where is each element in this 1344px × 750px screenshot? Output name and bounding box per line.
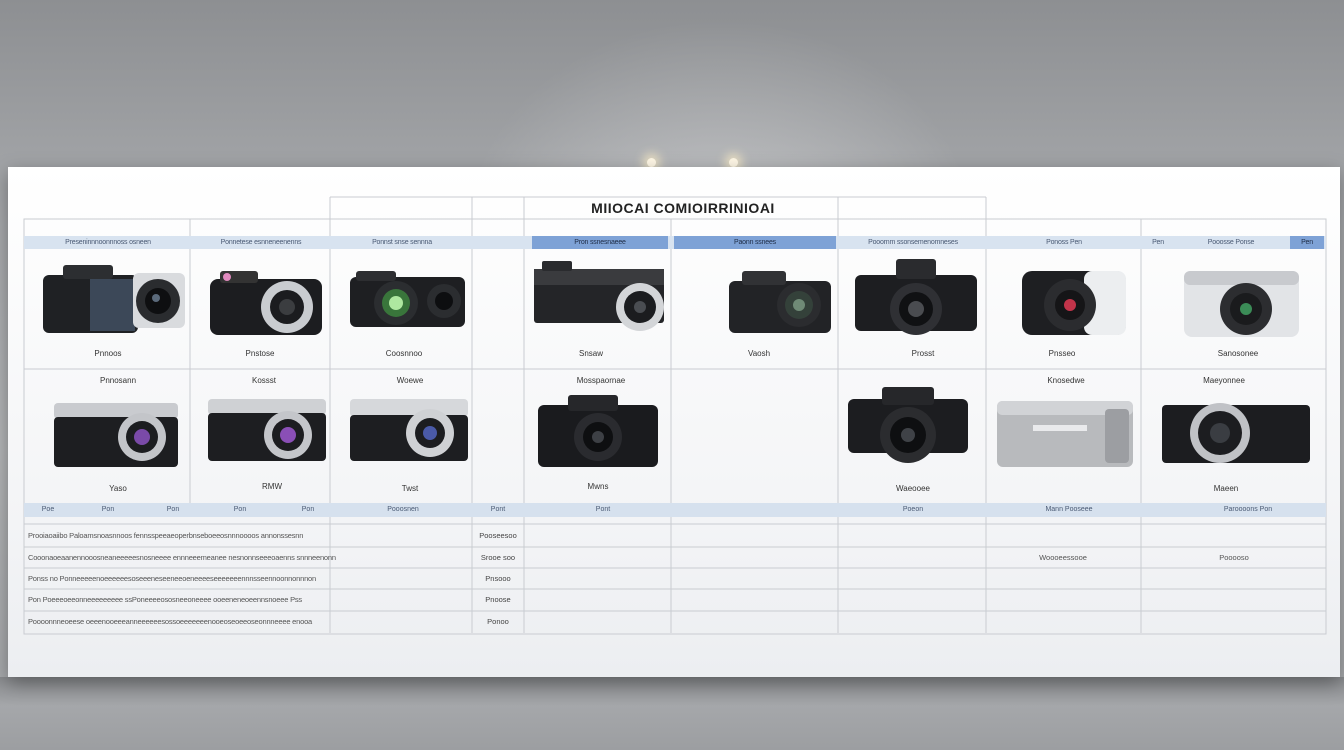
camera-top-label: Knosedwe <box>1047 376 1085 385</box>
comparison-board: MIIOCAI COMIOIRRINIOAI Preseninnnoonnnos… <box>8 167 1340 677</box>
spec-row-value: Pnsooo <box>485 574 511 583</box>
camera-image <box>54 403 178 467</box>
camera-image <box>350 271 465 327</box>
camera-top-label: Pnnosann <box>99 376 137 385</box>
camera-image <box>538 395 658 467</box>
camera-label: RMW <box>262 482 282 491</box>
camera-label: Pnsseo <box>1048 349 1076 358</box>
spec-extra-value: Woooeessooe <box>1039 553 1087 562</box>
camera-top-label: Maeyonnee <box>1203 376 1245 385</box>
camera-image <box>1184 271 1299 337</box>
spec-row-text: Poooonnneoeese oeeenooeeeanneeeeeesossoe… <box>28 617 313 626</box>
camera-image <box>855 259 977 335</box>
header-cell-6: Pooornm ssonsemenomneses <box>868 239 958 246</box>
camera-top-label: Woewe <box>396 376 424 385</box>
header-cell-10: Pen <box>1290 236 1324 249</box>
camera-image <box>729 271 831 333</box>
spec-header-cell: Pon <box>301 506 315 513</box>
spec-header-cell: Poeon <box>902 506 924 513</box>
header-cell-4: Pron ssnesnaeee <box>532 236 668 249</box>
header-cell-8: Pen <box>1152 239 1164 246</box>
camera-label: Waeooee <box>896 484 930 493</box>
camera-image <box>997 401 1133 467</box>
spec-header-cell: Pon <box>101 506 115 513</box>
camera-label: Pnnoos <box>94 349 122 358</box>
spec-header-cell: Pont <box>595 506 611 513</box>
spec-row-value: Srooe soo <box>480 553 516 562</box>
spec-header-cell: Pon <box>233 506 247 513</box>
camera-label: Sanosonee <box>1217 349 1259 358</box>
camera-image <box>1162 403 1310 463</box>
camera-image <box>350 399 468 461</box>
camera-image <box>848 387 968 463</box>
camera-label: Coosnnoo <box>385 349 423 358</box>
spec-row-value: Pooseesoo <box>479 531 517 540</box>
spec-header-cell: Pooosnen <box>387 506 419 513</box>
header-cell-7: Ponoss Pen <box>1046 239 1082 246</box>
spec-row-text: Prooiaoaiibo Paloamsnoasnnoos fennsspeea… <box>28 531 304 540</box>
camera-label: Pnstose <box>245 349 275 358</box>
camera-label: Twst <box>401 484 419 493</box>
spec-header-cell: Pon <box>166 506 180 513</box>
spec-header-cell: Paroooons Pon <box>1223 506 1273 513</box>
spec-row-text: Pon Poeeeoeeonneeeeeeeee ssPoneeeeososne… <box>28 595 302 604</box>
camera-label: Vaosh <box>747 349 771 358</box>
spec-header-cell: Poe <box>41 506 55 513</box>
spec-header-cell: Mann Pooseee <box>1045 506 1093 513</box>
camera-image <box>208 399 326 461</box>
camera-image <box>534 261 664 331</box>
camera-image <box>210 271 322 335</box>
camera-top-label: Mosspaornae <box>576 376 626 385</box>
camera-label: Yaso <box>109 484 127 493</box>
header-cell-9: Pooosse Ponse <box>1207 239 1255 246</box>
camera-image <box>1022 271 1126 335</box>
camera-image <box>43 265 185 333</box>
spec-row-text: Ponss no Ponneeeeenoeeeeeesoseeeneseenee… <box>28 574 316 583</box>
spec-row-value: Ponoo <box>487 617 509 626</box>
spec-extra-value: Pooooso <box>1219 553 1249 562</box>
spec-row-text: Cooonaoeaanennooosneaneeeeesnosneeee enn… <box>28 553 336 562</box>
camera-label: Maeen <box>1213 484 1239 493</box>
camera-label: Prosst <box>911 349 935 358</box>
floor <box>0 677 1344 750</box>
ceiling-lamp-left <box>647 158 656 167</box>
spec-row-value: Pnoose <box>485 595 511 604</box>
header-cell-2: Ponnetese esnneneenenns <box>220 239 302 246</box>
ceiling-lamp-right <box>729 158 738 167</box>
camera-label: Mwns <box>587 482 609 491</box>
camera-label: Snsaw <box>578 349 603 358</box>
header-cell-3: Ponnst snse sennna <box>372 239 432 246</box>
header-cell-1: Preseninnnoonnnoss osneen <box>65 239 151 246</box>
spec-header-cell: Pont <box>490 506 506 513</box>
board-title: MIIOCAI COMIOIRRINIOAI <box>591 200 775 216</box>
header-cell-5: Paonn ssnees <box>674 236 836 249</box>
camera-top-label: Kossst <box>251 376 276 385</box>
